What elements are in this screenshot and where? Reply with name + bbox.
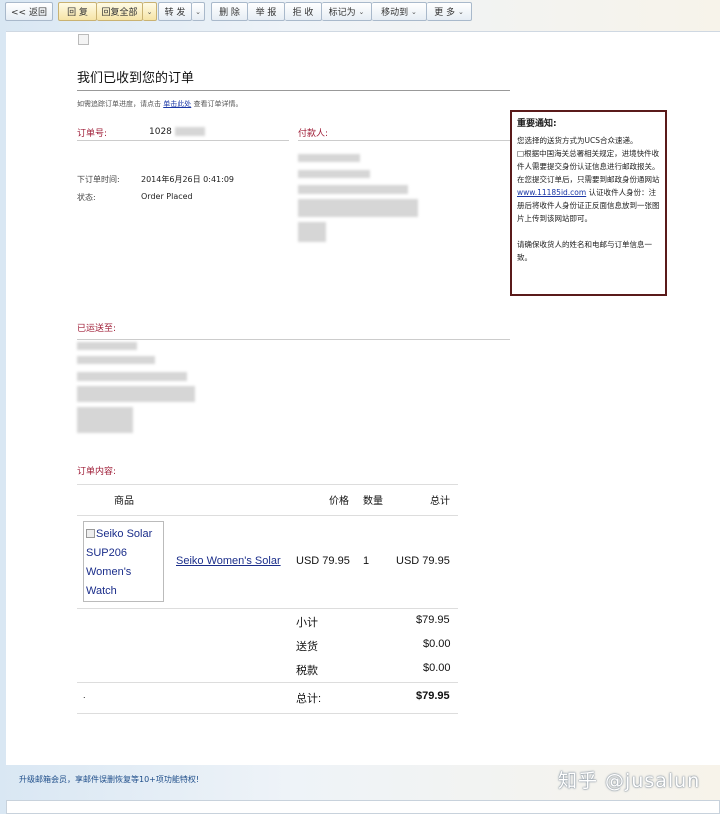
divider bbox=[77, 515, 458, 516]
order-time-label: 下订单时间: bbox=[77, 175, 120, 184]
chevron-down-icon: ⌄ bbox=[457, 7, 464, 16]
product-image-alt: Seiko Solar SUP206 Women's Watch bbox=[86, 528, 153, 597]
report-button[interactable]: 举 报 bbox=[248, 2, 285, 21]
order-number-value: 1028 bbox=[149, 127, 172, 137]
chevron-down-icon: ⌄ bbox=[358, 7, 365, 16]
table-top-rule bbox=[77, 484, 458, 485]
redacted-block bbox=[77, 386, 195, 402]
header-total: 总计 bbox=[430, 496, 450, 507]
status-label: 状态: bbox=[77, 193, 96, 202]
subtotal-value: $79.95 bbox=[416, 614, 450, 626]
redacted-block bbox=[298, 170, 370, 178]
grand-total-value: $79.95 bbox=[416, 690, 450, 702]
item-total: USD 79.95 bbox=[396, 555, 450, 567]
back-button[interactable]: << 返回 bbox=[5, 2, 53, 21]
notice-paragraph: 请确保收货人的姓名和电邮与订单信息一致。 bbox=[517, 240, 652, 262]
track-prefix: 如需追踪订单进度，请点击 bbox=[77, 100, 161, 108]
redacted-block bbox=[298, 185, 408, 194]
notice-title: 重要通知: bbox=[517, 119, 557, 129]
redacted-block bbox=[77, 407, 133, 433]
mail-toolbar: << 返回 回 复 回复全部 ⌄ 转 发 ⌄ 删 除 举 报 拒 收 标记为 ⌄… bbox=[0, 0, 720, 26]
shipped-to-label: 已运送至: bbox=[77, 324, 117, 334]
redacted-block bbox=[77, 356, 155, 364]
email-title: 我们已收到您的订单 bbox=[77, 71, 195, 86]
redacted-block bbox=[77, 342, 137, 350]
reply-button[interactable]: 回 复 bbox=[58, 2, 97, 21]
email-body: 我们已收到您的订单 如需追踪订单进度，请点击 单击此处 查看订单详情。 订单号:… bbox=[6, 31, 720, 765]
chevron-down-icon: ⌄ bbox=[146, 7, 153, 16]
order-number-label: 订单号: bbox=[77, 129, 108, 139]
status-value: Order Placed bbox=[141, 192, 193, 201]
order-time-value: 2014年6月26日 0:41:09 bbox=[141, 175, 235, 184]
shipping-value: $0.00 bbox=[423, 638, 451, 650]
grand-total-label: 总计: bbox=[296, 693, 322, 705]
divider bbox=[77, 682, 458, 683]
divider bbox=[77, 140, 289, 141]
product-image[interactable]: Seiko Solar SUP206 Women's Watch bbox=[83, 521, 164, 602]
reply-all-button[interactable]: 回复全部 bbox=[97, 2, 143, 21]
watermark-text: 知乎 @jusalun bbox=[558, 770, 701, 792]
quick-reply-box[interactable] bbox=[6, 800, 720, 814]
forward-button[interactable]: 转 发 bbox=[158, 2, 192, 21]
order-contents-label: 订单内容: bbox=[77, 467, 117, 477]
redacted-block bbox=[298, 222, 326, 242]
header-qty: 数量 bbox=[363, 496, 383, 507]
notice-text: □根据中国海关总署相关规定，进境快件收件人需要提交身份认证信息进行邮政报关。在您… bbox=[517, 149, 660, 184]
item-price: USD 79.95 bbox=[296, 555, 350, 567]
mark-as-button[interactable]: 标记为 ⌄ bbox=[322, 2, 372, 21]
forward-dropdown[interactable]: ⌄ bbox=[192, 2, 205, 21]
move-to-button[interactable]: 移动到 ⌄ bbox=[372, 2, 427, 21]
chevron-down-icon: ⌄ bbox=[411, 7, 417, 16]
divider bbox=[77, 339, 510, 340]
divider bbox=[77, 713, 458, 714]
id-website-link[interactable]: www.11185id.com bbox=[517, 188, 586, 197]
broken-image-icon bbox=[86, 529, 95, 538]
reject-button[interactable]: 拒 收 bbox=[285, 2, 322, 21]
redacted-block bbox=[77, 372, 187, 381]
divider bbox=[298, 140, 510, 141]
divider bbox=[77, 608, 458, 609]
important-notice: 重要通知: 您选择的送货方式为UCS合众速递。 □根据中国海关总署相关规定，进境… bbox=[510, 110, 667, 296]
vip-upgrade-link[interactable]: 升级邮箱会员，享邮件误删恢复等10+项功能特权! bbox=[19, 774, 199, 785]
delete-button[interactable]: 删 除 bbox=[211, 2, 248, 21]
shipping-label: 送货 bbox=[296, 641, 318, 653]
header-price: 价格 bbox=[329, 496, 349, 507]
redacted-block bbox=[298, 154, 360, 162]
header-product: 商品 bbox=[114, 496, 134, 507]
item-qty: 1 bbox=[363, 555, 370, 567]
product-name-link[interactable]: Seiko Women's Solar bbox=[176, 555, 281, 567]
chevron-down-icon: ⌄ bbox=[195, 7, 201, 16]
more-button[interactable]: 更 多 ⌄ bbox=[427, 2, 472, 21]
track-suffix: 查看订单详情。 bbox=[193, 100, 243, 108]
dot-text: . bbox=[83, 690, 86, 700]
redacted-block bbox=[298, 199, 418, 217]
subtotal-label: 小计 bbox=[296, 617, 318, 629]
tax-label: 税款 bbox=[296, 665, 318, 677]
divider bbox=[77, 90, 510, 91]
track-order-link[interactable]: 单击此处 bbox=[163, 100, 191, 108]
notice-paragraph: □根据中国海关总署相关规定，进境快件收件人需要提交身份认证信息进行邮政报关。在您… bbox=[517, 147, 661, 225]
broken-image-icon bbox=[78, 34, 89, 45]
payer-label: 付款人: bbox=[298, 129, 329, 139]
reply-all-dropdown[interactable]: ⌄ bbox=[143, 2, 157, 21]
notice-line: 您选择的送货方式为UCS合众速递。 bbox=[517, 136, 638, 145]
tax-value: $0.00 bbox=[423, 662, 451, 674]
track-order-text: 如需追踪订单进度，请点击 单击此处 查看订单详情。 bbox=[77, 99, 242, 109]
redacted-block bbox=[175, 127, 205, 136]
